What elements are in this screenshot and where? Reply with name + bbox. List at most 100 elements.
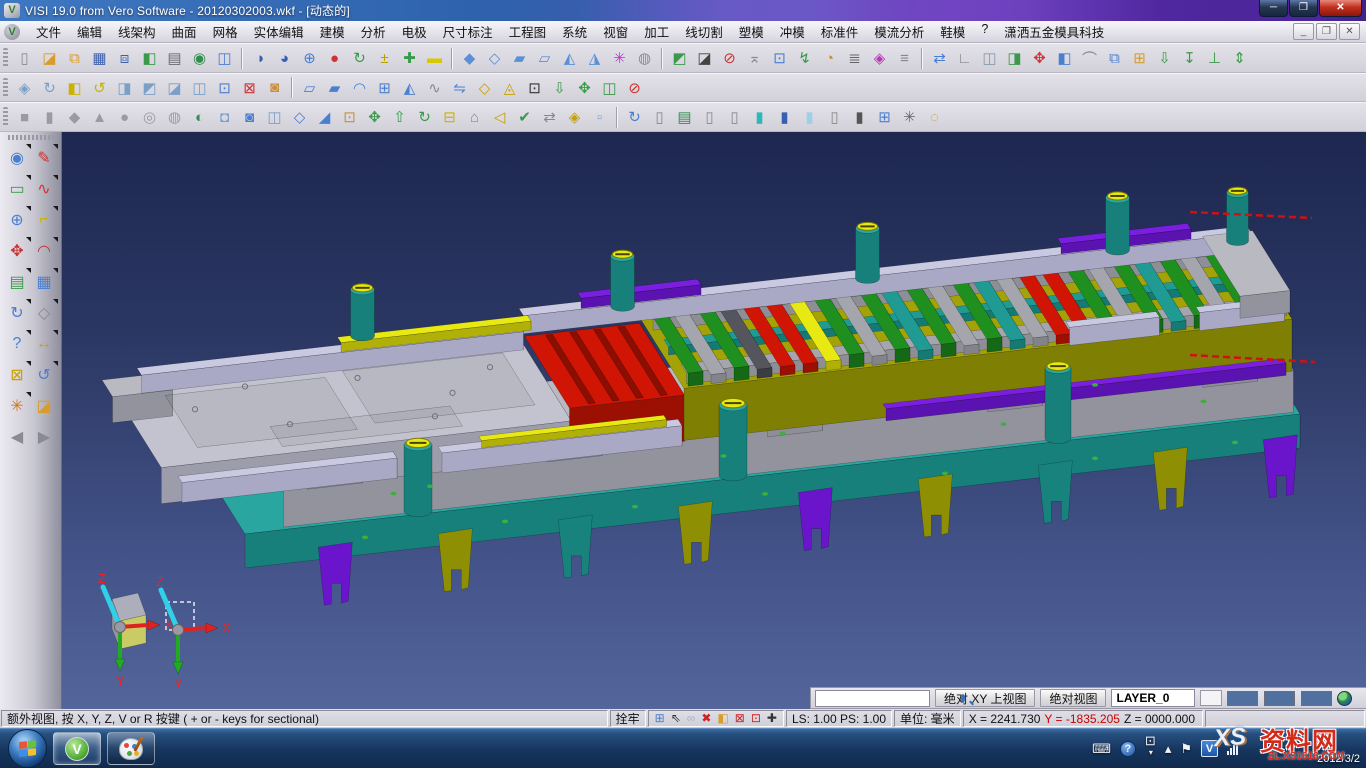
db-layer-active-icon[interactable]: ▤ bbox=[672, 105, 697, 130]
surface-order-icon[interactable]: ◮ bbox=[582, 46, 607, 71]
menu-item-7[interactable]: 建模 bbox=[312, 20, 353, 43]
visibility-plus-icon[interactable]: ✚ bbox=[397, 46, 422, 71]
open-file-icon[interactable]: ◪ bbox=[37, 46, 62, 71]
taskbar-app-paint[interactable] bbox=[107, 732, 155, 765]
view-front-icon[interactable]: ◨ bbox=[112, 75, 137, 100]
transform-mirror-icon[interactable]: ◫ bbox=[977, 46, 1002, 71]
solid-revolve-icon[interactable]: ↻ bbox=[412, 105, 437, 130]
box-new-icon[interactable]: ◧ bbox=[717, 711, 728, 726]
network-icon[interactable] bbox=[1227, 742, 1238, 755]
analysis-stack-icon[interactable]: ≡ bbox=[892, 46, 917, 71]
paste-icon[interactable]: ⊞ bbox=[1127, 46, 1152, 71]
copy-icon[interactable]: ⧉ bbox=[1102, 46, 1127, 71]
title-bar[interactable]: V VISI 19.0 from Vero Software - 2012030… bbox=[0, 0, 1366, 21]
back-icon[interactable]: ◀ bbox=[4, 423, 31, 450]
menu-item-9[interactable]: 电极 bbox=[394, 20, 435, 43]
surface-normals-icon[interactable]: ◍ bbox=[632, 46, 657, 71]
analysis-solid-icon[interactable]: ◈ bbox=[867, 46, 892, 71]
lock-toggle[interactable]: 拴牢 bbox=[610, 710, 646, 727]
mdi-minimize-button[interactable]: _ bbox=[1293, 23, 1314, 40]
menu-item-2[interactable]: 编辑 bbox=[69, 20, 110, 43]
box-delete-icon[interactable]: ⊠ bbox=[735, 711, 745, 726]
transform-move-icon[interactable]: ⇄ bbox=[927, 46, 952, 71]
plus-mode-icon[interactable]: ✚ bbox=[767, 711, 777, 726]
toolbar-grip[interactable] bbox=[3, 78, 8, 98]
solid-view-icon[interactable]: ◇ bbox=[31, 299, 58, 326]
menu-item-3[interactable]: 线架构 bbox=[110, 20, 164, 43]
db-copy-icon[interactable]: ⊞ bbox=[872, 105, 897, 130]
db-settings-icon[interactable]: ✳ bbox=[897, 105, 922, 130]
view-restore-icon[interactable]: ◙ bbox=[262, 75, 287, 100]
solid-wedge-icon[interactable]: ◢ bbox=[312, 105, 337, 130]
db-layer-empty-icon[interactable]: ▯ bbox=[822, 105, 847, 130]
menu-item-6[interactable]: 实体编辑 bbox=[246, 20, 312, 43]
taskbar-app-visi[interactable]: V bbox=[53, 732, 101, 765]
view-delete-icon[interactable]: ⊠ bbox=[237, 75, 262, 100]
surface-swap-icon[interactable]: ⇋ bbox=[447, 75, 472, 100]
color-swatch-2[interactable] bbox=[1264, 691, 1295, 706]
db-layer-dark-icon[interactable]: ▮ bbox=[847, 105, 872, 130]
analysis-draft-icon[interactable]: ◩ bbox=[667, 46, 692, 71]
box-swap-icon[interactable]: ⊡ bbox=[751, 711, 761, 726]
snap-grid-icon[interactable]: ⊞ bbox=[655, 711, 665, 726]
solid-fix-icon[interactable]: ◈ bbox=[562, 105, 587, 130]
visi-tray-icon[interactable]: V bbox=[1201, 740, 1218, 757]
prim-cone-icon[interactable]: ▲ bbox=[87, 105, 112, 130]
toolbar-grip[interactable] bbox=[3, 107, 8, 127]
open-part-icon[interactable]: ◪ bbox=[31, 392, 58, 419]
push-face-icon[interactable]: ◁ bbox=[487, 105, 512, 130]
close-button[interactable]: ✕ bbox=[1319, 0, 1362, 17]
surface-freeform-icon[interactable]: ◠ bbox=[347, 75, 372, 100]
solid-scale-icon[interactable]: ✥ bbox=[362, 105, 387, 130]
surface-split-icon[interactable]: ◭ bbox=[557, 46, 582, 71]
surface-star-icon[interactable]: ✳ bbox=[607, 46, 632, 71]
prim-box-icon[interactable]: ■ bbox=[12, 105, 37, 130]
surface-trim-icon[interactable]: ▰ bbox=[507, 46, 532, 71]
color-swatch-empty[interactable] bbox=[1200, 690, 1222, 706]
view-right-icon[interactable]: ◫ bbox=[187, 75, 212, 100]
analysis-monitor-icon[interactable]: ⊡ bbox=[767, 46, 792, 71]
transform-xyz-icon[interactable]: ✥ bbox=[1027, 46, 1052, 71]
bend-tool-icon[interactable]: ⌒ bbox=[1077, 46, 1102, 71]
view-dynamic-icon[interactable]: ↺ bbox=[87, 75, 112, 100]
panel-grip[interactable] bbox=[8, 135, 53, 140]
surface-offset-icon[interactable]: ◆ bbox=[457, 46, 482, 71]
keyboard-icon[interactable]: ⌨ bbox=[1092, 741, 1111, 757]
show-hidden-icons[interactable]: ▴ bbox=[1165, 741, 1172, 757]
mesh-uv-icon[interactable]: ◫ bbox=[597, 75, 622, 100]
split-view-icon[interactable]: ◫ bbox=[212, 46, 237, 71]
prim-sphere-box-icon[interactable]: ◍ bbox=[162, 105, 187, 130]
curve-edit-icon[interactable]: ∿ bbox=[31, 175, 58, 202]
delete-icon[interactable]: ⊠ bbox=[4, 361, 31, 388]
db-layer-1-icon[interactable]: ▯ bbox=[647, 105, 672, 130]
forward-icon[interactable]: ▶ bbox=[31, 423, 58, 450]
plane-2pt-icon[interactable]: ▰ bbox=[322, 75, 347, 100]
db-layer-blue-icon[interactable]: ▮ bbox=[772, 105, 797, 130]
menu-item-16[interactable]: 塑模 bbox=[731, 20, 772, 43]
pipe-surface-icon[interactable]: ∿ bbox=[422, 75, 447, 100]
menu-item-5[interactable]: 网格 bbox=[205, 20, 246, 43]
db-refresh-icon[interactable]: ↻ bbox=[622, 105, 647, 130]
view-left-icon[interactable]: ◪ bbox=[162, 75, 187, 100]
solid-round-icon[interactable]: ◘ bbox=[212, 105, 237, 130]
viewport-canvas[interactable]: ZXYZXY bbox=[62, 132, 1366, 709]
surface-extend-icon[interactable]: ◇ bbox=[482, 46, 507, 71]
surface-half-icon[interactable]: ◭ bbox=[397, 75, 422, 100]
solid-open-icon[interactable]: ◫ bbox=[262, 105, 287, 130]
analysis-slices-icon[interactable]: ≣ bbox=[842, 46, 867, 71]
menu-item-12[interactable]: 系统 bbox=[554, 20, 595, 43]
prim-sphere-green-icon[interactable]: ◐ bbox=[187, 105, 212, 130]
menu-item-20[interactable]: 鞋模 bbox=[932, 20, 973, 43]
surface-untrim-icon[interactable]: ▱ bbox=[532, 46, 557, 71]
db-layer-cyan-icon[interactable]: ▮ bbox=[747, 105, 772, 130]
analysis-flip-icon[interactable]: ↯ bbox=[792, 46, 817, 71]
menu-item-11[interactable]: 工程图 bbox=[501, 20, 555, 43]
save-as-icon[interactable]: ⧈ bbox=[112, 46, 137, 71]
plane-create-icon[interactable]: ▱ bbox=[297, 75, 322, 100]
undo-icon[interactable]: ↺ bbox=[31, 361, 58, 388]
traffic-light-icon[interactable]: ● bbox=[322, 46, 347, 71]
layer-colors-icon[interactable]: ▤ bbox=[4, 268, 31, 295]
db-layer-3-icon[interactable]: ▯ bbox=[722, 105, 747, 130]
chain-select-icon[interactable]: ∞ bbox=[687, 711, 696, 726]
mesh-drop-icon[interactable]: ⇩ bbox=[547, 75, 572, 100]
